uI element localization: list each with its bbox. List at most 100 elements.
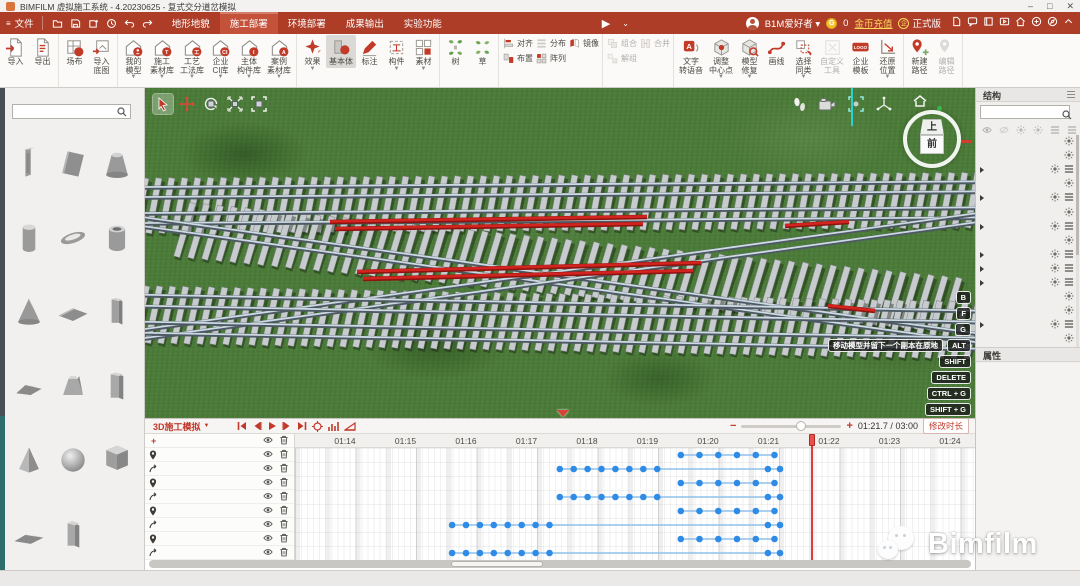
home-icon[interactable] — [1015, 16, 1026, 30]
ribbon-item[interactable]: 阵列 — [535, 52, 566, 65]
caret-icon[interactable] — [980, 280, 984, 286]
ribbon-item[interactable]: 新建 路径 — [906, 35, 933, 76]
panel-menu-icon[interactable] — [1067, 91, 1075, 98]
tree-node[interactable] — [976, 234, 1077, 248]
save-icon[interactable] — [70, 18, 81, 29]
view-cube-top-face[interactable]: 上 — [920, 119, 944, 135]
tree-node[interactable] — [976, 276, 1077, 290]
ribbon-item[interactable]: 镜像 — [568, 37, 599, 50]
trash-icon[interactable] — [279, 463, 289, 475]
timeline-track-row[interactable] — [145, 490, 294, 504]
rotate-tool[interactable] — [201, 94, 221, 114]
collapse-icon[interactable] — [1063, 16, 1074, 30]
visibility-icon[interactable] — [1064, 291, 1074, 303]
visibility-icon[interactable] — [1050, 221, 1060, 233]
tree-node[interactable] — [976, 135, 1077, 149]
tree-node[interactable] — [976, 220, 1077, 234]
user-name[interactable]: B1M爱好者 ▾ — [765, 16, 820, 30]
walk-icon[interactable] — [793, 97, 806, 117]
group-icon[interactable] — [1064, 263, 1074, 275]
save-as-icon[interactable] — [88, 18, 99, 29]
timeline-track-row[interactable] — [145, 532, 294, 546]
book-icon[interactable] — [983, 16, 994, 30]
visibility-icon[interactable] — [1050, 319, 1060, 331]
eye-icon[interactable] — [263, 463, 273, 475]
ribbon-item[interactable]: 选择 同类 ▼ — [790, 35, 817, 81]
tree-node[interactable] — [976, 149, 1077, 163]
slider-thumb[interactable] — [796, 421, 806, 431]
open-icon[interactable] — [52, 18, 63, 29]
timeline-track-row[interactable] — [145, 476, 294, 490]
chevron-down-icon[interactable]: ⌄ — [622, 19, 629, 28]
timeline-grid[interactable]: 01:1401:1501:1601:1701:1801:1901:2001:21… — [295, 434, 975, 560]
group-icon[interactable] — [1064, 249, 1074, 261]
view-cube[interactable]: 上 前 — [903, 110, 961, 168]
ribbon-item[interactable]: T 施工 素材库 ▼ — [147, 35, 177, 81]
timeline-track-row[interactable] — [145, 448, 294, 462]
timeline-track-row[interactable] — [145, 546, 294, 560]
tree-node[interactable] — [976, 177, 1077, 191]
shape-item-cuboid[interactable] — [51, 496, 95, 570]
timeline-track-row[interactable] — [145, 462, 294, 476]
view-cube-front-face[interactable]: 前 — [920, 135, 944, 154]
add-track-row[interactable]: + — [145, 434, 294, 448]
ribbon-item[interactable]: A 案例 素材库 ▼ — [264, 35, 294, 81]
tree-node[interactable] — [976, 318, 1077, 332]
ribbon-item[interactable]: LOGO 企业 模板 — [847, 35, 874, 76]
trash-icon[interactable] — [279, 505, 289, 517]
caret-icon[interactable] — [980, 252, 984, 258]
history-icon[interactable] — [106, 18, 117, 29]
maximize-button[interactable]: □ — [1047, 0, 1052, 12]
eye-icon[interactable] — [263, 505, 273, 517]
chat-icon[interactable] — [967, 16, 978, 30]
ribbon-item[interactable]: 导出 — [29, 35, 56, 68]
trash-icon[interactable] — [279, 547, 289, 559]
playhead-handle[interactable] — [809, 434, 815, 446]
shape-item-frustum[interactable] — [51, 348, 95, 422]
recharge-link[interactable]: 金币充值 — [854, 16, 892, 30]
ramp-button[interactable] — [344, 421, 356, 431]
menu-tab-1[interactable]: 施工部署 — [220, 12, 278, 34]
tree-scrollbar-thumb[interactable] — [1076, 135, 1079, 255]
compass-icon[interactable] — [1047, 16, 1058, 30]
camera-icon[interactable] — [818, 97, 836, 116]
undo-icon[interactable] — [124, 18, 135, 29]
eye-icon[interactable] — [263, 435, 273, 447]
stepfwd-button[interactable] — [282, 421, 292, 431]
shape-item-prism[interactable] — [95, 348, 139, 422]
ribbon-item[interactable]: 对齐 — [502, 37, 533, 50]
ribbon-item[interactable]: 布置 — [502, 52, 533, 65]
group-icon[interactable] — [1064, 164, 1074, 176]
ribbon-item[interactable]: 模型 修复 ▼ — [736, 35, 763, 81]
ribbon-item[interactable]: 我的 模型 ▼ — [120, 35, 147, 81]
shape-search-input[interactable] — [13, 107, 117, 116]
scale-tool[interactable] — [225, 94, 245, 114]
timeline-mode-select[interactable]: 3D施工模拟▼ — [153, 420, 209, 433]
visibility-icon[interactable] — [1050, 192, 1060, 204]
eye-icon[interactable] — [263, 519, 273, 531]
tree-node[interactable] — [976, 290, 1077, 304]
redo-icon[interactable] — [142, 18, 153, 29]
ribbon-item[interactable]: 工 构件 ▼ — [383, 35, 410, 73]
trash-icon[interactable] — [279, 435, 289, 447]
caret-icon[interactable] — [980, 167, 984, 173]
tree-node[interactable] — [976, 304, 1077, 318]
timeline-track-row[interactable] — [145, 504, 294, 518]
caret-icon[interactable] — [980, 322, 984, 328]
ribbon-item[interactable]: 标注 — [356, 35, 383, 68]
timeline-scrollbar-thumb[interactable] — [451, 561, 543, 567]
visibility-icon[interactable] — [1050, 277, 1060, 289]
trash-icon[interactable] — [279, 491, 289, 503]
visibility-icon[interactable] — [1064, 235, 1074, 247]
shape-item-tube[interactable] — [95, 200, 139, 274]
ribbon-item[interactable]: 工 工艺 工法库 ▼ — [177, 35, 207, 81]
menu-tab-0[interactable]: 地形地貌 — [162, 12, 220, 34]
caret-icon[interactable] — [980, 224, 984, 230]
skipend-button[interactable] — [297, 421, 307, 431]
stepback-button[interactable] — [252, 421, 262, 431]
eye-icon[interactable] — [263, 491, 273, 503]
keyframe-area[interactable] — [295, 448, 975, 560]
visibility-icon[interactable] — [1064, 150, 1074, 162]
shape-search-box[interactable] — [12, 104, 131, 119]
home-view-icon[interactable] — [913, 94, 927, 112]
